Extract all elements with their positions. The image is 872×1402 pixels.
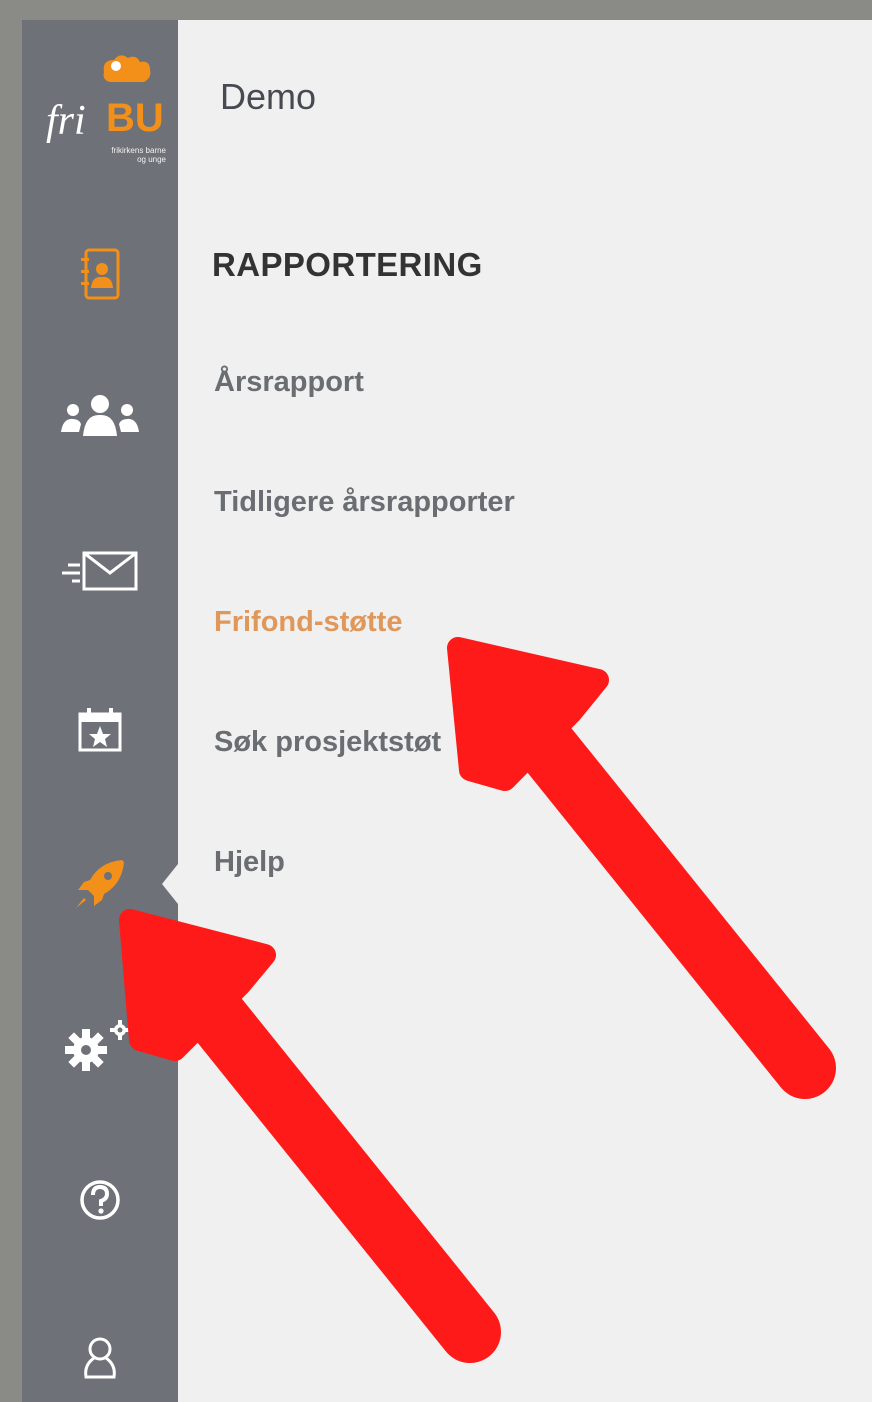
calendar-star-icon bbox=[78, 708, 122, 752]
sidebar-item-settings[interactable] bbox=[22, 1016, 178, 1076]
app-frame: fri BU frikirkens barne og unge Demo RAP… bbox=[22, 20, 872, 1402]
contacts-icon bbox=[81, 248, 120, 300]
menu-item-tidligere-arsrapporter[interactable]: Tidligere årsrapporter bbox=[214, 486, 515, 519]
sidebar-item-messages[interactable] bbox=[22, 540, 178, 600]
sidebar: fri BU frikirkens barne og unge bbox=[22, 20, 178, 1402]
menu-item-frifond-stotte[interactable]: Frifond-støtte bbox=[214, 606, 402, 639]
active-indicator-notch bbox=[162, 864, 178, 904]
menu-item-arsrapport[interactable]: Årsrapport bbox=[214, 366, 364, 399]
people-icon bbox=[61, 395, 139, 436]
user-icon bbox=[84, 1337, 116, 1379]
sidebar-item-reporting[interactable] bbox=[22, 854, 178, 914]
gears-icon bbox=[65, 1020, 130, 1071]
sidebar-item-contacts[interactable] bbox=[22, 245, 178, 305]
sidebar-item-help[interactable] bbox=[22, 1170, 178, 1230]
fribu-logo[interactable]: fri BU frikirkens barne og unge bbox=[40, 50, 166, 164]
page-title: Demo bbox=[220, 76, 317, 117]
section-title: RAPPORTERING bbox=[212, 246, 483, 283]
logo-text-fri: fri bbox=[46, 98, 86, 144]
rocket-icon bbox=[76, 860, 124, 908]
sidebar-item-members[interactable] bbox=[22, 386, 178, 446]
logo-text-bu: BU bbox=[106, 96, 164, 140]
menu-item-hjelp[interactable]: Hjelp bbox=[214, 846, 285, 879]
help-icon bbox=[80, 1180, 120, 1220]
menu-item-sok-prosjektstotte[interactable]: Søk prosjektstøt bbox=[214, 726, 441, 759]
logo-subtitle: frikirkens barne og unge bbox=[111, 146, 166, 164]
send-mail-icon bbox=[62, 551, 138, 591]
sidebar-item-profile[interactable] bbox=[22, 1328, 178, 1388]
sidebar-item-events[interactable] bbox=[22, 700, 178, 760]
